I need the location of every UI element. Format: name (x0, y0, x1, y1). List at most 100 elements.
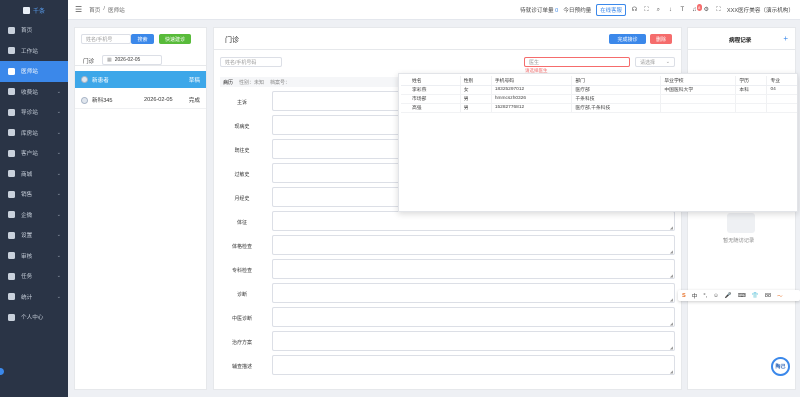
fullscreen-icon[interactable]: ⛶ (643, 7, 650, 14)
field-textarea[interactable]: ◢ (272, 331, 675, 351)
sidebar-item[interactable]: 医师站 (0, 61, 68, 82)
bell-icon[interactable]: ♫ 8 (691, 3, 702, 14)
download-icon[interactable]: ↓ (667, 7, 674, 14)
chevron-down-icon: ⌄ (56, 88, 61, 95)
delete-button[interactable]: 删除 (650, 34, 672, 44)
sidebar-item[interactable]: 客户站 ⌄ (0, 143, 68, 164)
sidebar-item[interactable]: 销售 ⌄ (0, 184, 68, 205)
table-row[interactable]: 李彩燕女 18325297012 医疗部 中国医科大学 本科 04 (401, 85, 797, 95)
ime-button[interactable]: 🎤 (725, 293, 732, 299)
sidebar-item[interactable]: 任务 ⌄ (0, 266, 68, 287)
online-service-button[interactable]: 在线客服 (596, 4, 626, 16)
chevron-down-icon: ⌄ (56, 211, 61, 218)
nav-icon (8, 170, 15, 178)
table-cell: 女 (459, 85, 492, 95)
menu-toggle-icon[interactable]: ☰ (75, 5, 82, 14)
nav-icon (8, 293, 15, 301)
sidebar-item-label: 审核 (21, 253, 33, 260)
today-appointments[interactable]: 今日预约量 (563, 6, 591, 14)
sidebar-item[interactable]: 库房站 ⌄ (0, 123, 68, 144)
logo[interactable]: 千条 (0, 0, 68, 20)
sidebar-item[interactable]: 企微 ⌄ (0, 205, 68, 226)
pending-orders[interactable]: 待就诊订单量 0 (520, 6, 558, 14)
add-record-icon[interactable]: + (783, 34, 788, 43)
patient-list-header[interactable]: 新患者 草稿 (75, 71, 206, 88)
sidebar-item-label: 设置 (21, 233, 33, 240)
field-textarea[interactable]: ◢ (272, 355, 675, 375)
sidebar-item[interactable]: 统计 ⌄ (0, 287, 68, 308)
resize-handle-icon[interactable]: ◢ (670, 321, 673, 326)
ime-button[interactable]: °, (703, 293, 707, 299)
field-textarea[interactable]: ◢ (272, 283, 675, 303)
column-header: 手机号码 (490, 76, 572, 86)
resize-handle-icon[interactable]: ◢ (670, 369, 673, 374)
complete-visit-button[interactable]: 完成接诊 (609, 34, 646, 44)
ime-button[interactable]: 中 (692, 292, 698, 300)
chevron-down-icon: ⌄ (56, 170, 61, 177)
chevron-down-icon: ⌄ (56, 129, 61, 136)
form-field: 体格检查 ◢ (214, 235, 679, 257)
nav-icon (8, 108, 15, 116)
patient-search-input[interactable]: 姓名/手机号码 (220, 57, 282, 67)
field-label: 专科检查 (231, 268, 252, 274)
search-button[interactable]: 搜索 (131, 34, 154, 44)
sidebar-item[interactable]: 收费站 ⌄ (0, 82, 68, 103)
org-name[interactable]: XXX医疗美容（演示机构） (727, 6, 794, 14)
column-header: 姓名 (401, 76, 461, 86)
logo-text: 千条 (32, 8, 45, 15)
status-select[interactable]: 请选择 ⌄ (635, 57, 675, 67)
translate-icon[interactable]: T (679, 7, 686, 14)
resize-handle-icon[interactable]: ◢ (670, 225, 673, 230)
ime-button[interactable]: S (682, 293, 686, 299)
patient-search-input[interactable]: 姓名/手机号 (81, 34, 131, 44)
sidebar-item[interactable]: 商城 ⌄ (0, 164, 68, 185)
search-icon[interactable]: ⌕ (655, 7, 662, 14)
column-header: 专业 (766, 76, 797, 86)
tab-outpatient[interactable]: 门诊 (83, 57, 94, 65)
sidebar-item[interactable]: 工作站 (0, 41, 68, 62)
quick-visit-button[interactable]: 快速建诊 (159, 34, 191, 44)
ime-button[interactable]: 👕 (752, 293, 759, 299)
field-label: 辅查描述 (231, 364, 252, 370)
table-cell: 李彩燕 (401, 85, 461, 95)
nav-icon (8, 88, 15, 96)
ime-button[interactable]: 88 (765, 293, 771, 299)
resize-handle-icon[interactable]: ◢ (670, 249, 673, 254)
field-textarea[interactable]: ◢ (272, 307, 675, 327)
expand-icon[interactable]: ⛶ (715, 7, 722, 14)
sidebar-item[interactable]: 个人中心 (0, 307, 68, 328)
table-row[interactable]: 高强男 15282776812 医疗部,千条科技 (401, 103, 797, 113)
progress-record-title: 病程记录 (729, 38, 752, 44)
field-textarea[interactable]: ◢ (272, 211, 675, 231)
field-textarea[interactable]: ◢ (272, 235, 675, 255)
patient-row[interactable]: 新科345 2026-02-05 完成 (75, 92, 206, 109)
gear-icon[interactable]: ⚙ (703, 7, 710, 14)
sidebar-item[interactable]: 导诊站 ⌄ (0, 102, 68, 123)
sidebar-item-label: 销售 (21, 192, 33, 199)
chevron-down-icon: ⌄ (56, 109, 61, 116)
nav-icon (8, 129, 15, 137)
sidebar-item[interactable]: 首页 (0, 20, 68, 41)
ime-button[interactable]: ☺ (713, 293, 719, 299)
field-label: 既往史 (234, 148, 250, 154)
ime-button[interactable]: ⌨ (738, 293, 746, 299)
assistant-float-button[interactable]: 陶己 (771, 357, 790, 376)
header-name: 新患者 (92, 77, 109, 84)
sidebar-item[interactable]: 设置 ⌄ (0, 225, 68, 246)
doctor-select[interactable]: 医生 (524, 57, 630, 67)
breadcrumb-home[interactable]: 首页 (89, 6, 100, 14)
empty-illustration-icon (727, 213, 755, 233)
table-cell (660, 103, 736, 113)
ime-button[interactable]: 〜 (777, 292, 783, 300)
headset-icon[interactable]: ☊ (631, 7, 638, 14)
sidebar-item[interactable]: 审核 ⌄ (0, 246, 68, 267)
avatar (81, 96, 88, 104)
nav-icon (8, 252, 15, 260)
resize-handle-icon[interactable]: ◢ (670, 297, 673, 302)
resize-handle-icon[interactable]: ◢ (670, 273, 673, 278)
date-picker[interactable]: ▦ 2026-02-05 (102, 55, 162, 65)
resize-handle-icon[interactable]: ◢ (670, 345, 673, 350)
breadcrumb: 首页 / 医师站 (89, 6, 125, 14)
table-row[interactable]: 市场部男 hmmcszh0326 千条科技 (401, 94, 797, 104)
field-textarea[interactable]: ◢ (272, 259, 675, 279)
